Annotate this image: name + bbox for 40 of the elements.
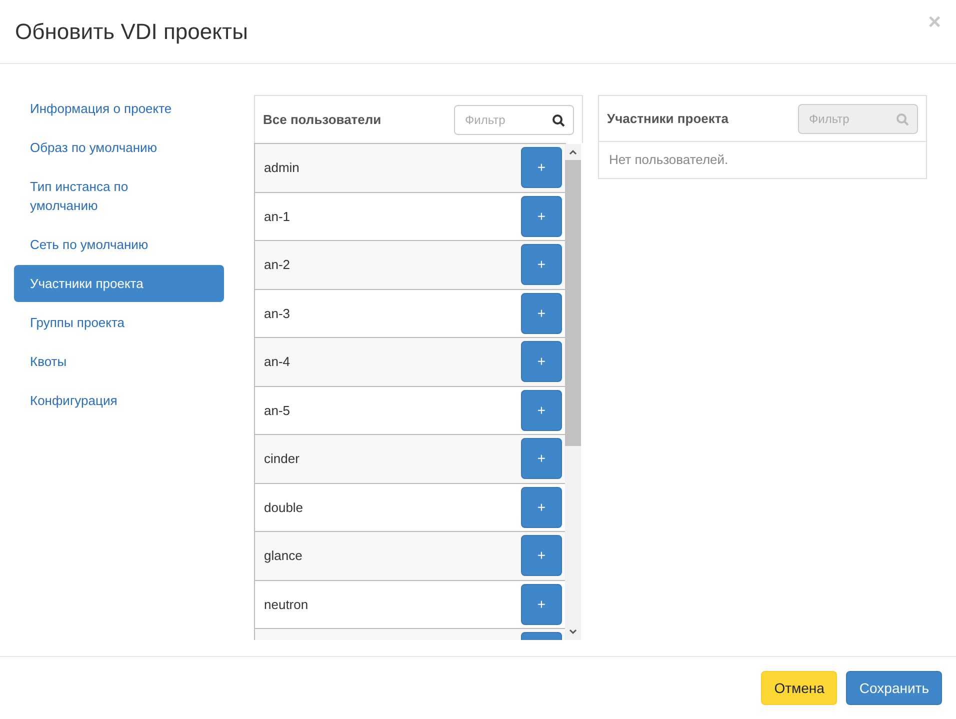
user-name: an-2: [264, 256, 290, 274]
add-button[interactable]: +: [521, 147, 562, 188]
search-icon: [552, 114, 565, 126]
panel-title: Участники проекта: [607, 110, 728, 128]
add-button[interactable]: +: [521, 390, 562, 431]
user-name: cinder: [264, 450, 300, 468]
add-button[interactable]: +: [521, 244, 562, 286]
cancel-button[interactable]: Отмена: [761, 671, 838, 705]
user-name: double: [264, 498, 304, 516]
add-button[interactable]: +: [521, 584, 562, 625]
sidebar-item[interactable]: Участники проекта: [14, 265, 224, 302]
add-button[interactable]: [521, 632, 562, 640]
user-name: admin: [264, 159, 300, 177]
add-button[interactable]: +: [521, 196, 562, 237]
dialog-title: Обновить VDI проекты: [15, 18, 248, 46]
search-icon: [896, 112, 909, 126]
sidebar-item[interactable]: Квоты: [14, 343, 224, 380]
panel-title: Все пользователи: [263, 110, 382, 129]
sidebar-item[interactable]: Конфигурация: [14, 382, 224, 419]
sidebar-item[interactable]: Образ по умолчанию: [14, 129, 224, 166]
scrollbar[interactable]: [565, 144, 581, 640]
add-button[interactable]: +: [521, 292, 562, 334]
sidebar-item[interactable]: Сеть по умолчанию: [14, 226, 224, 263]
user-name: an-1: [264, 208, 290, 226]
add-button[interactable]: +: [521, 486, 562, 528]
add-button[interactable]: +: [521, 438, 562, 480]
user-name: an-3: [264, 304, 290, 322]
sidebar-item[interactable]: Тип инстанса по умолчанию: [14, 168, 224, 224]
empty-message: Нет пользователей.: [609, 151, 728, 170]
user-name: an-4: [264, 353, 290, 371]
user-name: an-5: [264, 402, 290, 420]
save-button[interactable]: Сохранить: [846, 671, 942, 705]
filter-field[interactable]: Фильтр: [454, 104, 574, 134]
sidebar-item[interactable]: Группы проекта: [14, 304, 224, 341]
user-name: neutron: [264, 596, 308, 614]
sidebar-item[interactable]: Информация о проекте: [14, 90, 224, 127]
user-name: glance: [264, 547, 302, 565]
add-button[interactable]: +: [521, 341, 562, 382]
scrollbar-thumb[interactable]: [565, 160, 581, 446]
add-button[interactable]: +: [521, 535, 562, 576]
